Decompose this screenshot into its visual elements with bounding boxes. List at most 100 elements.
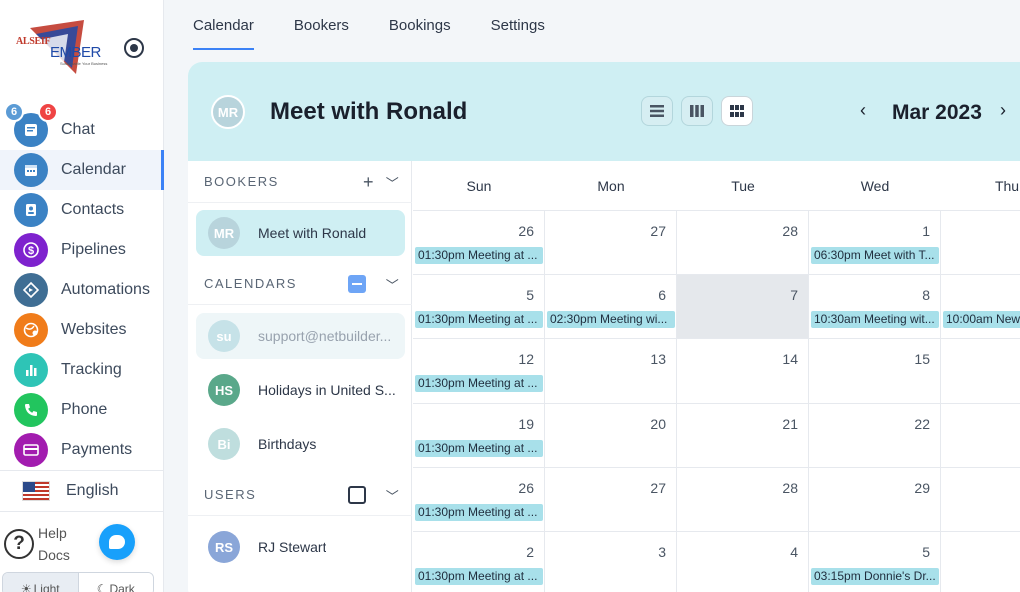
- select-all-calendars-checkbox[interactable]: [348, 275, 366, 293]
- day-number: 13: [650, 351, 666, 368]
- day-cell[interactable]: 19 01:30pm Meeting at ...: [413, 403, 545, 468]
- day-cell[interactable]: 29: [809, 467, 941, 532]
- day-cell[interactable]: 22: [809, 403, 941, 468]
- company-logo[interactable]: ALSEIF EMBER Sustainable Your Business: [14, 16, 110, 82]
- next-month-button[interactable]: ›: [1000, 100, 1006, 121]
- month-view-button[interactable]: [721, 96, 753, 126]
- select-all-users-checkbox[interactable]: [348, 486, 366, 504]
- sidebar-item-pipelines[interactable]: $ Pipelines: [0, 230, 164, 270]
- calendar-item[interactable]: su support@netbuilder...: [196, 313, 405, 359]
- list-view-button[interactable]: [641, 96, 673, 126]
- day-cell[interactable]: [941, 532, 1020, 592]
- day-cell[interactable]: 3: [545, 532, 677, 592]
- record-button[interactable]: [124, 38, 144, 58]
- unread-badge: 6: [4, 102, 24, 122]
- tab-bookings[interactable]: Bookings: [389, 0, 451, 50]
- view-switcher: [641, 96, 761, 126]
- calendar-icon: [14, 153, 48, 187]
- sidebar-item-automations[interactable]: Automations: [0, 270, 164, 310]
- day-cell[interactable]: 28: [677, 211, 809, 276]
- day-number: 27: [650, 223, 666, 239]
- day-cell[interactable]: 28: [677, 467, 809, 532]
- help-docs-link[interactable]: ? Help Docs: [4, 522, 70, 566]
- previous-month-button[interactable]: ‹: [860, 100, 866, 121]
- day-cell[interactable]: 20: [545, 403, 677, 468]
- language-selector[interactable]: English: [0, 470, 164, 512]
- booker-item[interactable]: MR Meet with Ronald: [196, 210, 405, 256]
- day-cell[interactable]: 4: [677, 532, 809, 592]
- day-cell[interactable]: [941, 468, 1020, 532]
- page-title: Meet with Ronald: [270, 98, 468, 125]
- calendar-item[interactable]: Bi Birthdays: [196, 421, 405, 467]
- day-cell[interactable]: 26 01:30pm Meeting at ...: [413, 211, 545, 276]
- day-cell[interactable]: [941, 339, 1020, 404]
- day-cell[interactable]: 27: [545, 211, 677, 276]
- calendar-event[interactable]: 03:15pm Donnie's Dr...: [811, 568, 939, 585]
- tab-settings[interactable]: Settings: [491, 0, 545, 50]
- calendar-event[interactable]: 10:00am New: [943, 311, 1020, 329]
- sidebar-item-tracking[interactable]: Tracking: [0, 350, 164, 390]
- theme-light-option[interactable]: ☀ Light: [3, 573, 78, 592]
- day-cell[interactable]: 10:00am New: [941, 275, 1020, 340]
- sidebar-item-phone[interactable]: Phone: [0, 390, 164, 430]
- day-cell[interactable]: 21: [677, 403, 809, 468]
- day-cell[interactable]: 12 01:30pm Meeting at ...: [413, 339, 545, 404]
- panel-header: MR Meet with Ronald ‹ Mar 2023 ›: [188, 62, 1020, 161]
- day-cell[interactable]: 26 01:30pm Meeting at ...: [413, 467, 545, 532]
- sidebar-item-label: Chat: [61, 121, 95, 138]
- week-view-button[interactable]: [681, 96, 713, 126]
- calendar-event[interactable]: 01:30pm Meeting at ...: [415, 503, 543, 521]
- notification-badge: 6: [38, 102, 58, 122]
- tab-bookers[interactable]: Bookers: [294, 0, 349, 50]
- theme-dark-label: Dark: [109, 582, 135, 592]
- calendar-event[interactable]: 01:30pm Meeting at ...: [415, 311, 543, 329]
- grid-icon: [730, 105, 744, 117]
- avatar: RS: [208, 531, 240, 563]
- day-cell[interactable]: 8 10:30am Meeting wit...: [809, 275, 941, 340]
- sidebar-item-calendar[interactable]: Calendar: [0, 150, 164, 190]
- calendar-event[interactable]: 01:30pm Meeting at ...: [415, 375, 543, 393]
- add-icon[interactable]: +: [360, 172, 378, 192]
- day-cell[interactable]: 27: [545, 467, 677, 532]
- day-cell[interactable]: [941, 404, 1020, 468]
- day-cell[interactable]: 2 01:30pm Meeting at ...: [413, 532, 545, 592]
- day-cell[interactable]: 5 03:15pm Donnie's Dr...: [809, 532, 941, 592]
- weekday-header: Tue: [677, 161, 809, 211]
- sidebar-item-payments[interactable]: Payments: [0, 430, 164, 470]
- day-cell[interactable]: [941, 211, 1020, 276]
- calendars-section-header: CALENDARS ﹀: [188, 263, 412, 305]
- day-number: 26: [518, 223, 534, 239]
- theme-dark-option[interactable]: ☾ Dark: [77, 573, 153, 592]
- calendar-event[interactable]: 10:30am Meeting wit...: [811, 311, 939, 329]
- calendar-event[interactable]: 01:30pm Meeting at ...: [415, 247, 543, 264]
- calendar-event[interactable]: 06:30pm Meet with T...: [811, 247, 939, 264]
- sidebar-item-chat[interactable]: 6 6 Chat: [0, 102, 164, 150]
- day-cell[interactable]: 14: [677, 339, 809, 404]
- day-number: 8: [922, 287, 930, 304]
- avatar: MR: [208, 217, 240, 249]
- day-cell[interactable]: 15: [809, 339, 941, 404]
- us-flag-icon: [22, 481, 50, 501]
- day-cell[interactable]: 1 06:30pm Meet with T...: [809, 211, 941, 276]
- sidebar-item-contacts[interactable]: Contacts: [0, 190, 164, 230]
- day-cell[interactable]: 5 01:30pm Meeting at ...: [413, 275, 545, 340]
- day-cell[interactable]: 7: [677, 275, 809, 340]
- calendar-event[interactable]: 01:30pm Meeting at ...: [415, 439, 543, 457]
- automation-icon: [14, 273, 48, 307]
- day-cell[interactable]: 13: [545, 339, 677, 404]
- day-number: 14: [782, 351, 798, 368]
- user-item[interactable]: RS RJ Stewart: [196, 524, 405, 570]
- day-cell[interactable]: 6 02:30pm Meeting wi...: [545, 275, 677, 340]
- docs-label: Docs: [38, 547, 70, 563]
- chat-widget-button[interactable]: [99, 524, 135, 560]
- chevron-down-icon[interactable]: ﹀: [384, 274, 402, 294]
- calendar-event[interactable]: 02:30pm Meeting wi...: [547, 311, 675, 329]
- sidebar-item-websites[interactable]: Websites: [0, 310, 164, 350]
- day-number: 5: [922, 544, 930, 560]
- tab-calendar[interactable]: Calendar: [193, 0, 254, 50]
- weekday-header: Sun: [413, 161, 545, 211]
- chevron-down-icon[interactable]: ﹀: [384, 172, 402, 192]
- chevron-down-icon[interactable]: ﹀: [384, 485, 402, 505]
- calendar-event[interactable]: 01:30pm Meeting at ...: [415, 568, 543, 585]
- calendar-item[interactable]: HS Holidays in United S...: [196, 367, 405, 413]
